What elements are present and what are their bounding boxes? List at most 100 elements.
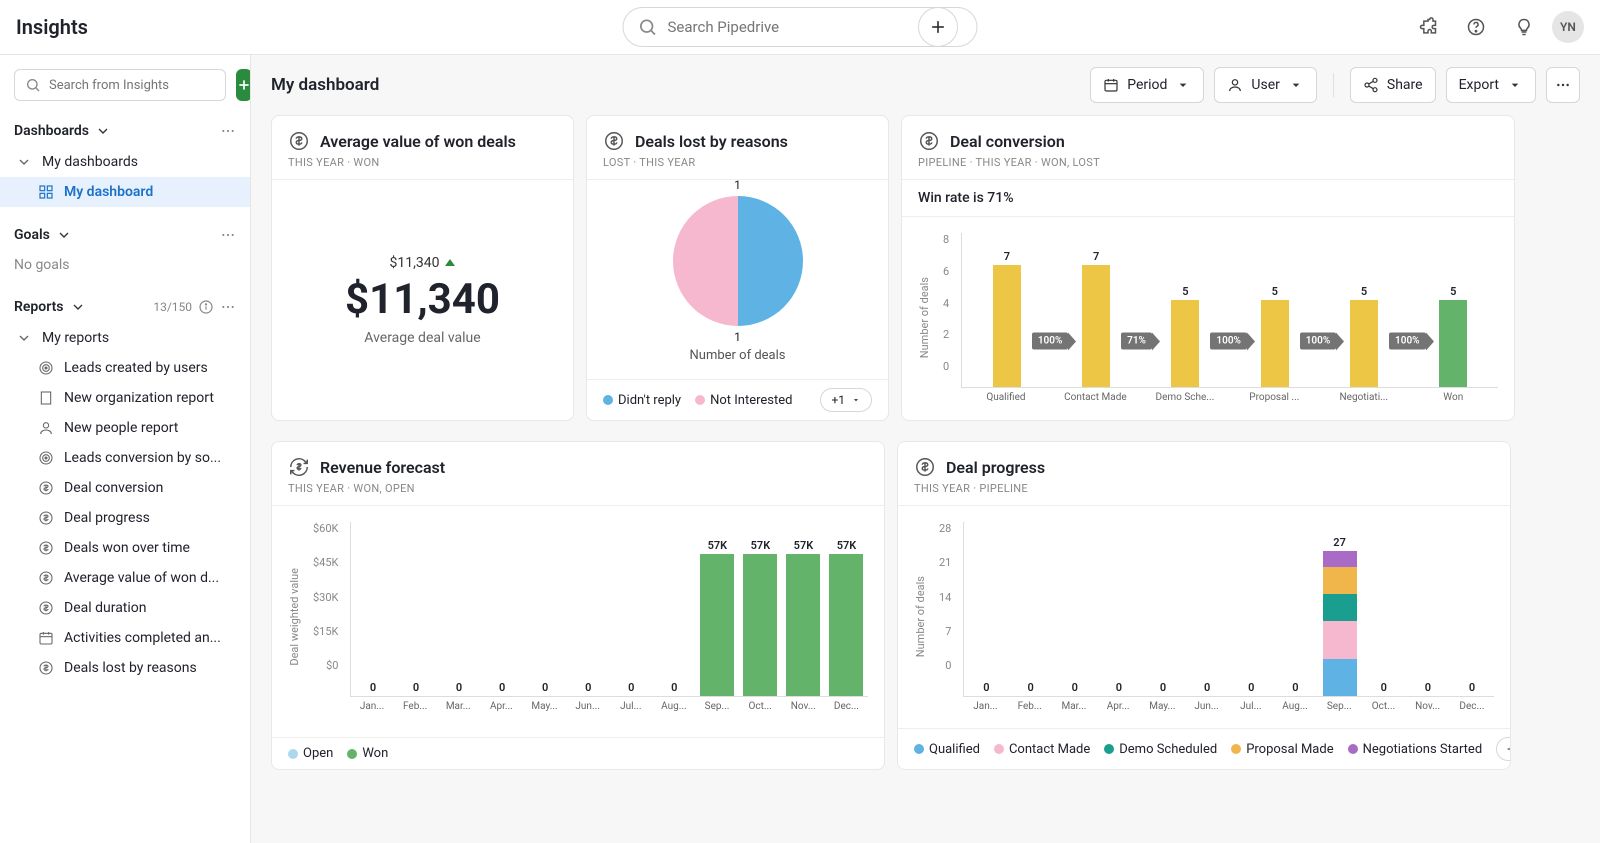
global-search-input[interactable]	[668, 18, 963, 36]
marketplace-button[interactable]	[1408, 7, 1448, 47]
card-average-value: Average value of won deals THIS YEAR · W…	[271, 115, 574, 421]
bar-column: 0	[610, 522, 653, 696]
legend-item: Not Interested	[695, 393, 792, 408]
bar	[1439, 300, 1467, 388]
more-icon[interactable]	[220, 299, 236, 315]
bar-value: 0	[1072, 681, 1078, 694]
app-title: Insights	[16, 15, 88, 39]
currency-icon	[38, 510, 54, 526]
plus-icon	[236, 77, 251, 93]
currency-icon	[38, 660, 54, 676]
reports-section[interactable]: Reports 13/150	[0, 291, 250, 323]
reports-count: 13/150	[153, 300, 192, 314]
x-label: Mar...	[437, 701, 480, 712]
bar-value: 27	[1333, 536, 1346, 549]
user-filter[interactable]: User	[1214, 67, 1316, 103]
x-label: Apr...	[1096, 701, 1140, 712]
bar	[700, 554, 734, 697]
my-reports-folder[interactable]: My reports	[0, 323, 250, 353]
legend-more-button[interactable]: +1	[1496, 737, 1510, 761]
bar-value: 57K	[794, 539, 814, 552]
legend-more-button[interactable]: +1	[820, 388, 872, 412]
x-label: Jan...	[963, 701, 1007, 712]
my-dashboard-item[interactable]: My dashboard	[0, 177, 250, 207]
sidebar-search[interactable]	[14, 69, 226, 101]
more-icon[interactable]	[220, 123, 236, 139]
sidebar: Dashboards My dashboards My dashboard Go…	[0, 55, 251, 843]
x-label: Jan...	[350, 701, 393, 712]
report-label: Average value of won d...	[64, 570, 219, 586]
x-label: Dec...	[825, 701, 868, 712]
bar-value: 5	[1272, 285, 1278, 298]
report-label: Activities completed an...	[64, 630, 221, 646]
reports-label: Reports	[14, 299, 64, 315]
bar	[829, 554, 863, 697]
report-item[interactable]: Activities completed an...	[0, 623, 250, 653]
x-label: Oct...	[739, 701, 782, 712]
page-title: My dashboard	[271, 75, 1080, 95]
report-item[interactable]: New people report	[0, 413, 250, 443]
report-item[interactable]: Leads conversion by so...	[0, 443, 250, 473]
legend-item: Negotiations Started	[1348, 742, 1483, 757]
tips-button[interactable]	[1504, 7, 1544, 47]
sidebar-search-input[interactable]	[49, 78, 215, 93]
report-item[interactable]: Average value of won d...	[0, 563, 250, 593]
report-item[interactable]: Leads created by users	[0, 353, 250, 383]
stack-segment	[1323, 659, 1357, 697]
report-item[interactable]: Deal conversion	[0, 473, 250, 503]
help-button[interactable]	[1456, 7, 1496, 47]
share-icon	[1363, 77, 1379, 93]
y-axis: 86420	[943, 233, 953, 373]
export-button[interactable]: Export	[1446, 67, 1536, 103]
bar-column: 0	[964, 522, 1008, 696]
period-filter[interactable]: Period	[1090, 67, 1204, 103]
bar-column: 0	[1185, 522, 1229, 696]
share-button[interactable]: Share	[1350, 67, 1436, 103]
more-icon[interactable]	[220, 227, 236, 243]
my-dashboard-label: My dashboard	[64, 184, 153, 200]
report-item[interactable]: Deal duration	[0, 593, 250, 623]
legend-item: Won	[347, 746, 388, 761]
caret-down-icon	[1288, 77, 1304, 93]
bar-column: 0	[481, 522, 524, 696]
no-goals-text: No goals	[0, 251, 250, 279]
bar-value: 5	[1182, 285, 1188, 298]
report-item[interactable]: Deal progress	[0, 503, 250, 533]
x-label: Sep...	[695, 701, 738, 712]
report-item[interactable]: Deals lost by reasons	[0, 653, 250, 683]
bar-value: 0	[671, 681, 677, 694]
more-actions-button[interactable]	[1546, 67, 1580, 103]
report-item[interactable]: Deals won over time	[0, 533, 250, 563]
dashboard-icon	[38, 184, 54, 200]
pie-chart: 1 1	[673, 196, 803, 326]
currency-icon	[288, 130, 310, 152]
info-icon[interactable]	[198, 299, 214, 315]
dashboards-section[interactable]: Dashboards	[0, 115, 250, 147]
global-search[interactable]	[623, 7, 978, 47]
card-title: Revenue forecast	[320, 458, 445, 477]
stacked-bar	[1323, 551, 1357, 696]
bar-column: 0	[1141, 522, 1185, 696]
bar-value: 0	[413, 681, 419, 694]
my-dashboards-folder[interactable]: My dashboards	[0, 147, 250, 177]
card-deal-progress: Deal progress THIS YEAR · PIPELINE Numbe…	[897, 441, 1511, 770]
bar	[743, 554, 777, 697]
chevron-down-icon	[56, 227, 72, 243]
bar-column: 0	[1009, 522, 1053, 696]
bar-column: 0	[1053, 522, 1097, 696]
legend-item: Qualified	[914, 742, 980, 757]
bar-value: 0	[542, 681, 548, 694]
sidebar-add-button[interactable]	[236, 69, 251, 101]
trend-up-icon	[445, 259, 455, 266]
report-label: New organization report	[64, 390, 214, 406]
more-icon	[1555, 77, 1571, 93]
report-label: New people report	[64, 420, 178, 436]
x-label: May...	[523, 701, 566, 712]
goals-section[interactable]: Goals	[0, 219, 250, 251]
user-avatar[interactable]: YN	[1552, 11, 1584, 43]
pie-label-top: 1	[734, 178, 741, 192]
report-item[interactable]: New organization report	[0, 383, 250, 413]
kpi-label: Average deal value	[288, 330, 557, 346]
bar-column: 0	[438, 522, 481, 696]
card-subtitle: THIS YEAR · WON, OPEN	[288, 482, 868, 495]
